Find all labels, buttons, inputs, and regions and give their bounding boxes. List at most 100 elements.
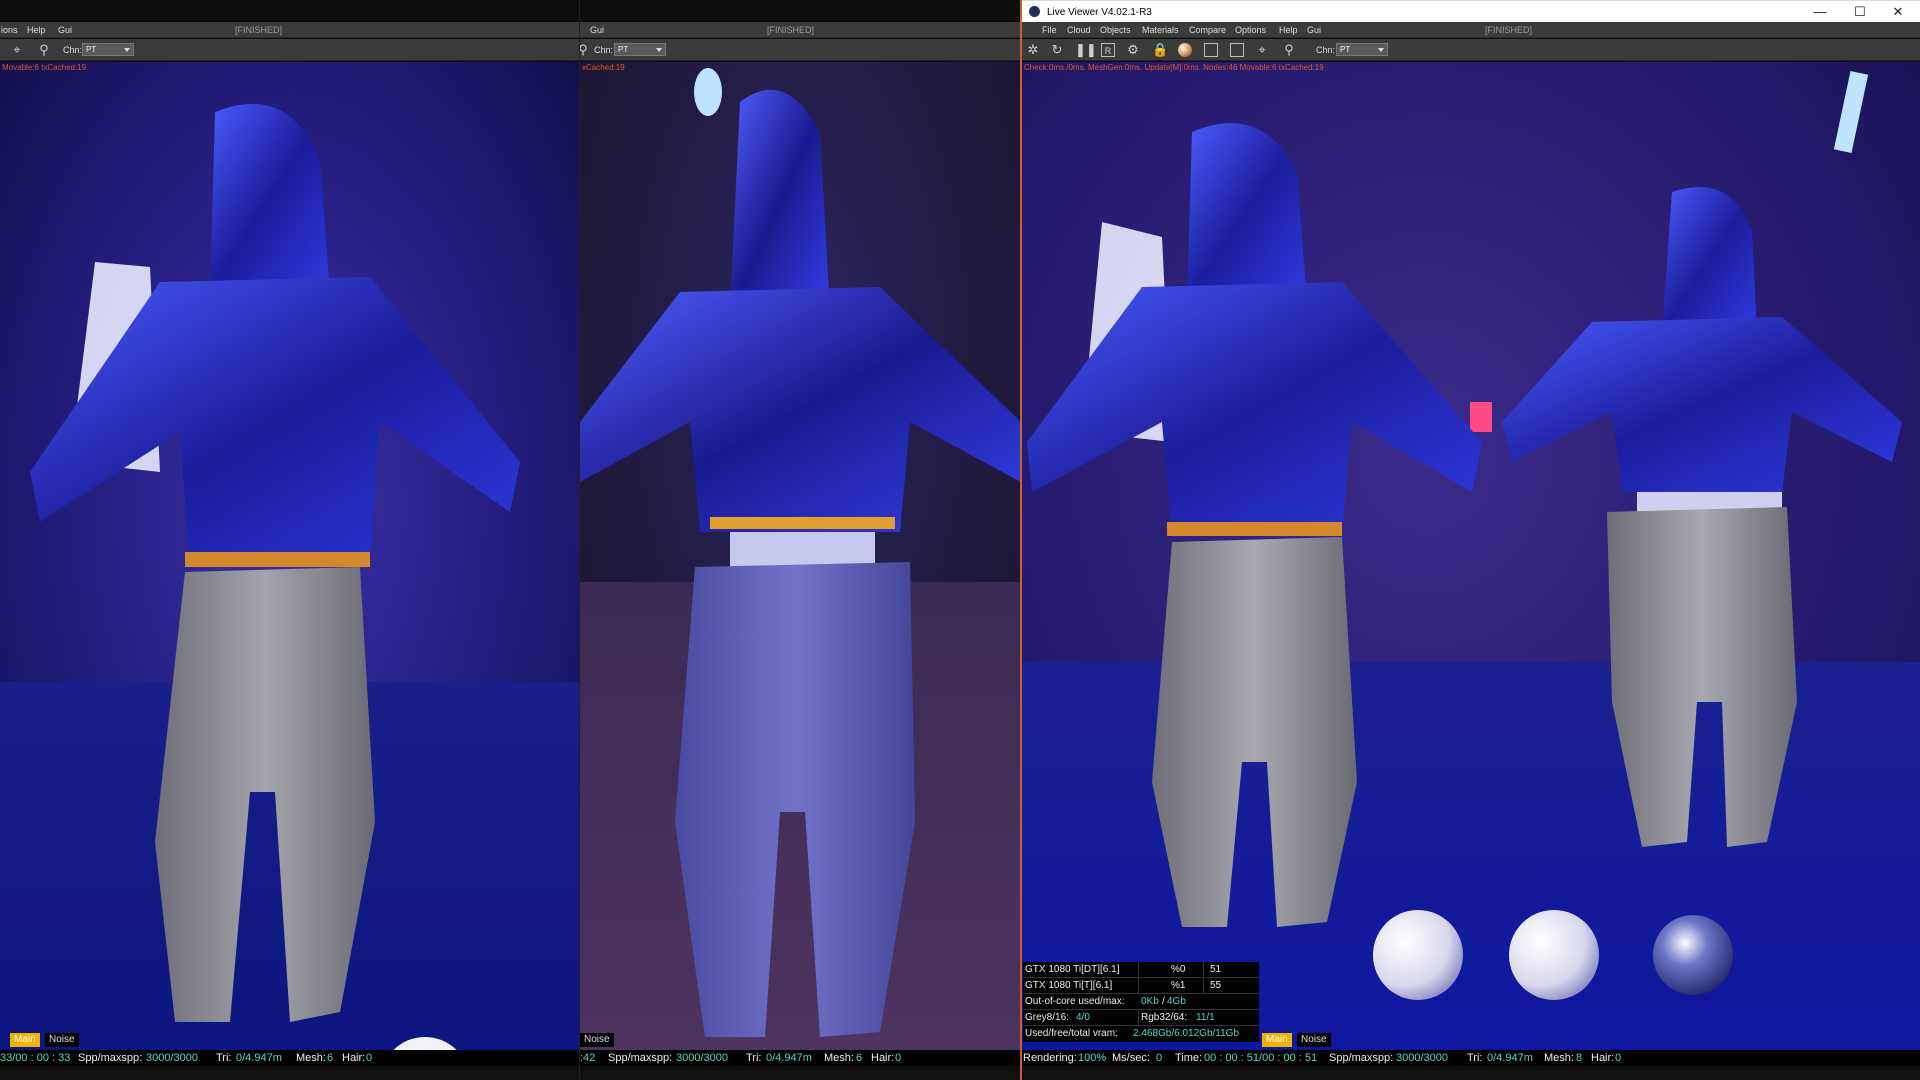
taskbar-strip bbox=[1022, 1070, 1920, 1080]
menu-item-gui[interactable]: Gui bbox=[590, 25, 604, 35]
vram-label: Used/free/total vram: bbox=[1025, 1028, 1118, 1039]
maximize-button[interactable]: ☐ bbox=[1840, 3, 1880, 21]
menu-item-options[interactable]: ions bbox=[1, 25, 18, 35]
lock-icon[interactable]: 🔒 bbox=[1152, 43, 1168, 57]
channel-value: PT bbox=[1340, 45, 1351, 54]
render-stats: Check:0ms./0ms. MeshGen:0ms. Update[M]:0… bbox=[1024, 63, 1324, 72]
rendering-value: 100% bbox=[1078, 1052, 1107, 1064]
chevron-down-icon bbox=[124, 48, 130, 52]
out-of-core-label: Out-of-core used/max: bbox=[1025, 996, 1125, 1007]
grey-label: Grey8/16: bbox=[1025, 1012, 1069, 1023]
right-render-view[interactable]: Check:0ms./0ms. MeshGen:0ms. Update[M]:0… bbox=[1022, 62, 1920, 1050]
mesh-label: Mesh: bbox=[1544, 1052, 1574, 1064]
spp-value: 3000/3000 bbox=[146, 1052, 198, 1064]
white-balance-icon[interactable] bbox=[1230, 43, 1244, 57]
menu-item-cloud[interactable]: Cloud bbox=[1067, 25, 1091, 35]
menu-item-gui[interactable]: Gui bbox=[1307, 25, 1321, 35]
mesh-label: Mesh: bbox=[824, 1052, 854, 1064]
taskbar-strip bbox=[0, 1070, 579, 1080]
render-stats: Movable:6 txCached:19 bbox=[2, 63, 87, 72]
gpu-row: GTX 1080 Ti[T][6.1] %1 55 bbox=[1023, 978, 1259, 994]
gpu-info-panel: GTX 1080 Ti[DT][6.1] %0 51 GTX 1080 Ti[T… bbox=[1023, 962, 1259, 1042]
channel-value: PT bbox=[618, 45, 629, 54]
hair-label: Hair: bbox=[1591, 1052, 1615, 1064]
hair-value: 0 bbox=[1615, 1052, 1622, 1064]
tri-label: Tri: bbox=[1467, 1052, 1483, 1064]
tab-main[interactable]: Main bbox=[1262, 1033, 1292, 1047]
tab-noise[interactable]: Noise bbox=[45, 1033, 79, 1047]
menu-item-help[interactable]: Help bbox=[1279, 25, 1298, 35]
gpu-temp: 55 bbox=[1210, 980, 1222, 991]
ms-label: Ms/sec: bbox=[1112, 1052, 1150, 1064]
left-toolbar: ⌖ ⚲ Chn: PT bbox=[0, 39, 579, 61]
middle-render-view[interactable]: xCached:19 Noise bbox=[580, 62, 1020, 1050]
menu-item-help[interactable]: Help bbox=[27, 25, 46, 35]
middle-status-bar: :42 Spp/maxspp: 3000/3000 Tri: 0/4.947m … bbox=[580, 1050, 1020, 1066]
close-button[interactable]: ✕ bbox=[1878, 3, 1918, 21]
right-menubar: File Cloud Objects Materials Compare Opt… bbox=[1022, 22, 1920, 38]
render-stats: xCached:19 bbox=[582, 63, 625, 72]
chevron-down-icon bbox=[656, 48, 662, 52]
mesh-value: 6 bbox=[327, 1052, 334, 1064]
spp-value: 3000/3000 bbox=[676, 1052, 728, 1064]
grey-value: 4/0 bbox=[1076, 1012, 1090, 1023]
gpu-name: GTX 1080 Ti[DT][6.1] bbox=[1025, 964, 1120, 975]
menu-item-gui[interactable]: Gui bbox=[58, 25, 72, 35]
window-titlebar: Live Viewer V4.02.1-R3 — ☐ ✕ bbox=[1022, 0, 1920, 22]
rgb-value: 11/1 bbox=[1196, 1012, 1215, 1023]
vram-row: Used/free/total vram: 2.468Gb/6.012Gb/11… bbox=[1023, 1026, 1259, 1042]
menu-item-materials[interactable]: Materials bbox=[1142, 25, 1179, 35]
gpu-usage: %1 bbox=[1171, 980, 1186, 991]
tab-noise[interactable]: Noise bbox=[580, 1033, 614, 1047]
menu-item-compare[interactable]: Compare bbox=[1189, 25, 1226, 35]
pin-icon[interactable]: ⚲ bbox=[1282, 43, 1296, 57]
hair-label: Hair: bbox=[871, 1052, 895, 1064]
material-ball-icon[interactable] bbox=[1178, 43, 1192, 57]
pin-icon[interactable]: ⚲ bbox=[37, 43, 51, 57]
tri-label: Tri: bbox=[216, 1052, 232, 1064]
ms-value: 0 bbox=[1156, 1052, 1163, 1064]
menu-item-file[interactable]: File bbox=[1042, 25, 1057, 35]
render-status: [FINISHED] bbox=[235, 25, 283, 35]
pick-icon[interactable]: ⌖ bbox=[10, 43, 24, 57]
channel-select[interactable]: PT bbox=[1336, 43, 1388, 56]
render-time: :42 bbox=[580, 1052, 596, 1064]
tri-value: 0/4.947m bbox=[1487, 1052, 1533, 1064]
gpu-usage: %0 bbox=[1171, 964, 1186, 975]
settings-icon[interactable]: ✲ bbox=[1026, 43, 1040, 57]
region-icon[interactable]: R bbox=[1101, 43, 1115, 57]
mesh-value: 6 bbox=[856, 1052, 863, 1064]
left-render-view[interactable]: Movable:6 txCached:19 Main Noise bbox=[0, 62, 579, 1050]
tab-noise[interactable]: Noise bbox=[1297, 1033, 1331, 1047]
pin-icon[interactable]: ⚲ bbox=[580, 43, 590, 57]
left-render-panel: ions Help Gui [FINISHED] ⌖ ⚲ Chn: PT Mov… bbox=[0, 0, 579, 1080]
middle-toolbar: ⚲ Chn: PT bbox=[580, 39, 1020, 61]
mesh-value: 8 bbox=[1576, 1052, 1583, 1064]
focus-picker-icon[interactable] bbox=[1204, 43, 1218, 57]
pick-icon[interactable]: ⌖ bbox=[1255, 43, 1269, 57]
tri-value: 0/4.947m bbox=[766, 1052, 812, 1064]
menu-item-options[interactable]: Options bbox=[1235, 25, 1266, 35]
out-of-core-max: 4Gb bbox=[1167, 996, 1186, 1007]
right-status-bar: Rendering: 100% Ms/sec: 0 Time: 00 : 00 … bbox=[1022, 1050, 1920, 1066]
window-title: Live Viewer V4.02.1-R3 bbox=[1047, 7, 1152, 18]
spp-label: Spp/maxspp: bbox=[1329, 1052, 1394, 1064]
middle-tabs: Noise bbox=[580, 1033, 620, 1047]
render-image bbox=[1022, 62, 1920, 1050]
channel-select[interactable]: PT bbox=[82, 43, 134, 56]
gpu-temp: 51 bbox=[1210, 964, 1222, 975]
rgb-label: Rgb32/64: bbox=[1141, 1012, 1188, 1023]
refresh-icon[interactable]: ↻ bbox=[1050, 43, 1064, 57]
right-live-viewer-panel: Live Viewer V4.02.1-R3 — ☐ ✕ File Cloud … bbox=[1020, 0, 1920, 1080]
time-value: 00 : 00 : 51/00 : 00 : 51 bbox=[1204, 1052, 1318, 1064]
vram-value: 2.468Gb/6.012Gb/11Gb bbox=[1133, 1028, 1240, 1039]
pause-icon[interactable]: ❚❚ bbox=[1075, 43, 1097, 57]
channel-select[interactable]: PT bbox=[614, 43, 666, 56]
middle-menubar: Gui [FINISHED] bbox=[580, 22, 1020, 38]
channel-label: Chn: bbox=[594, 45, 614, 55]
menu-item-objects[interactable]: Objects bbox=[1100, 25, 1131, 35]
tab-main[interactable]: Main bbox=[10, 1033, 40, 1047]
gear-icon[interactable]: ⚙ bbox=[1126, 43, 1140, 57]
taskbar-strip bbox=[580, 1070, 1020, 1080]
minimize-button[interactable]: — bbox=[1800, 3, 1840, 21]
